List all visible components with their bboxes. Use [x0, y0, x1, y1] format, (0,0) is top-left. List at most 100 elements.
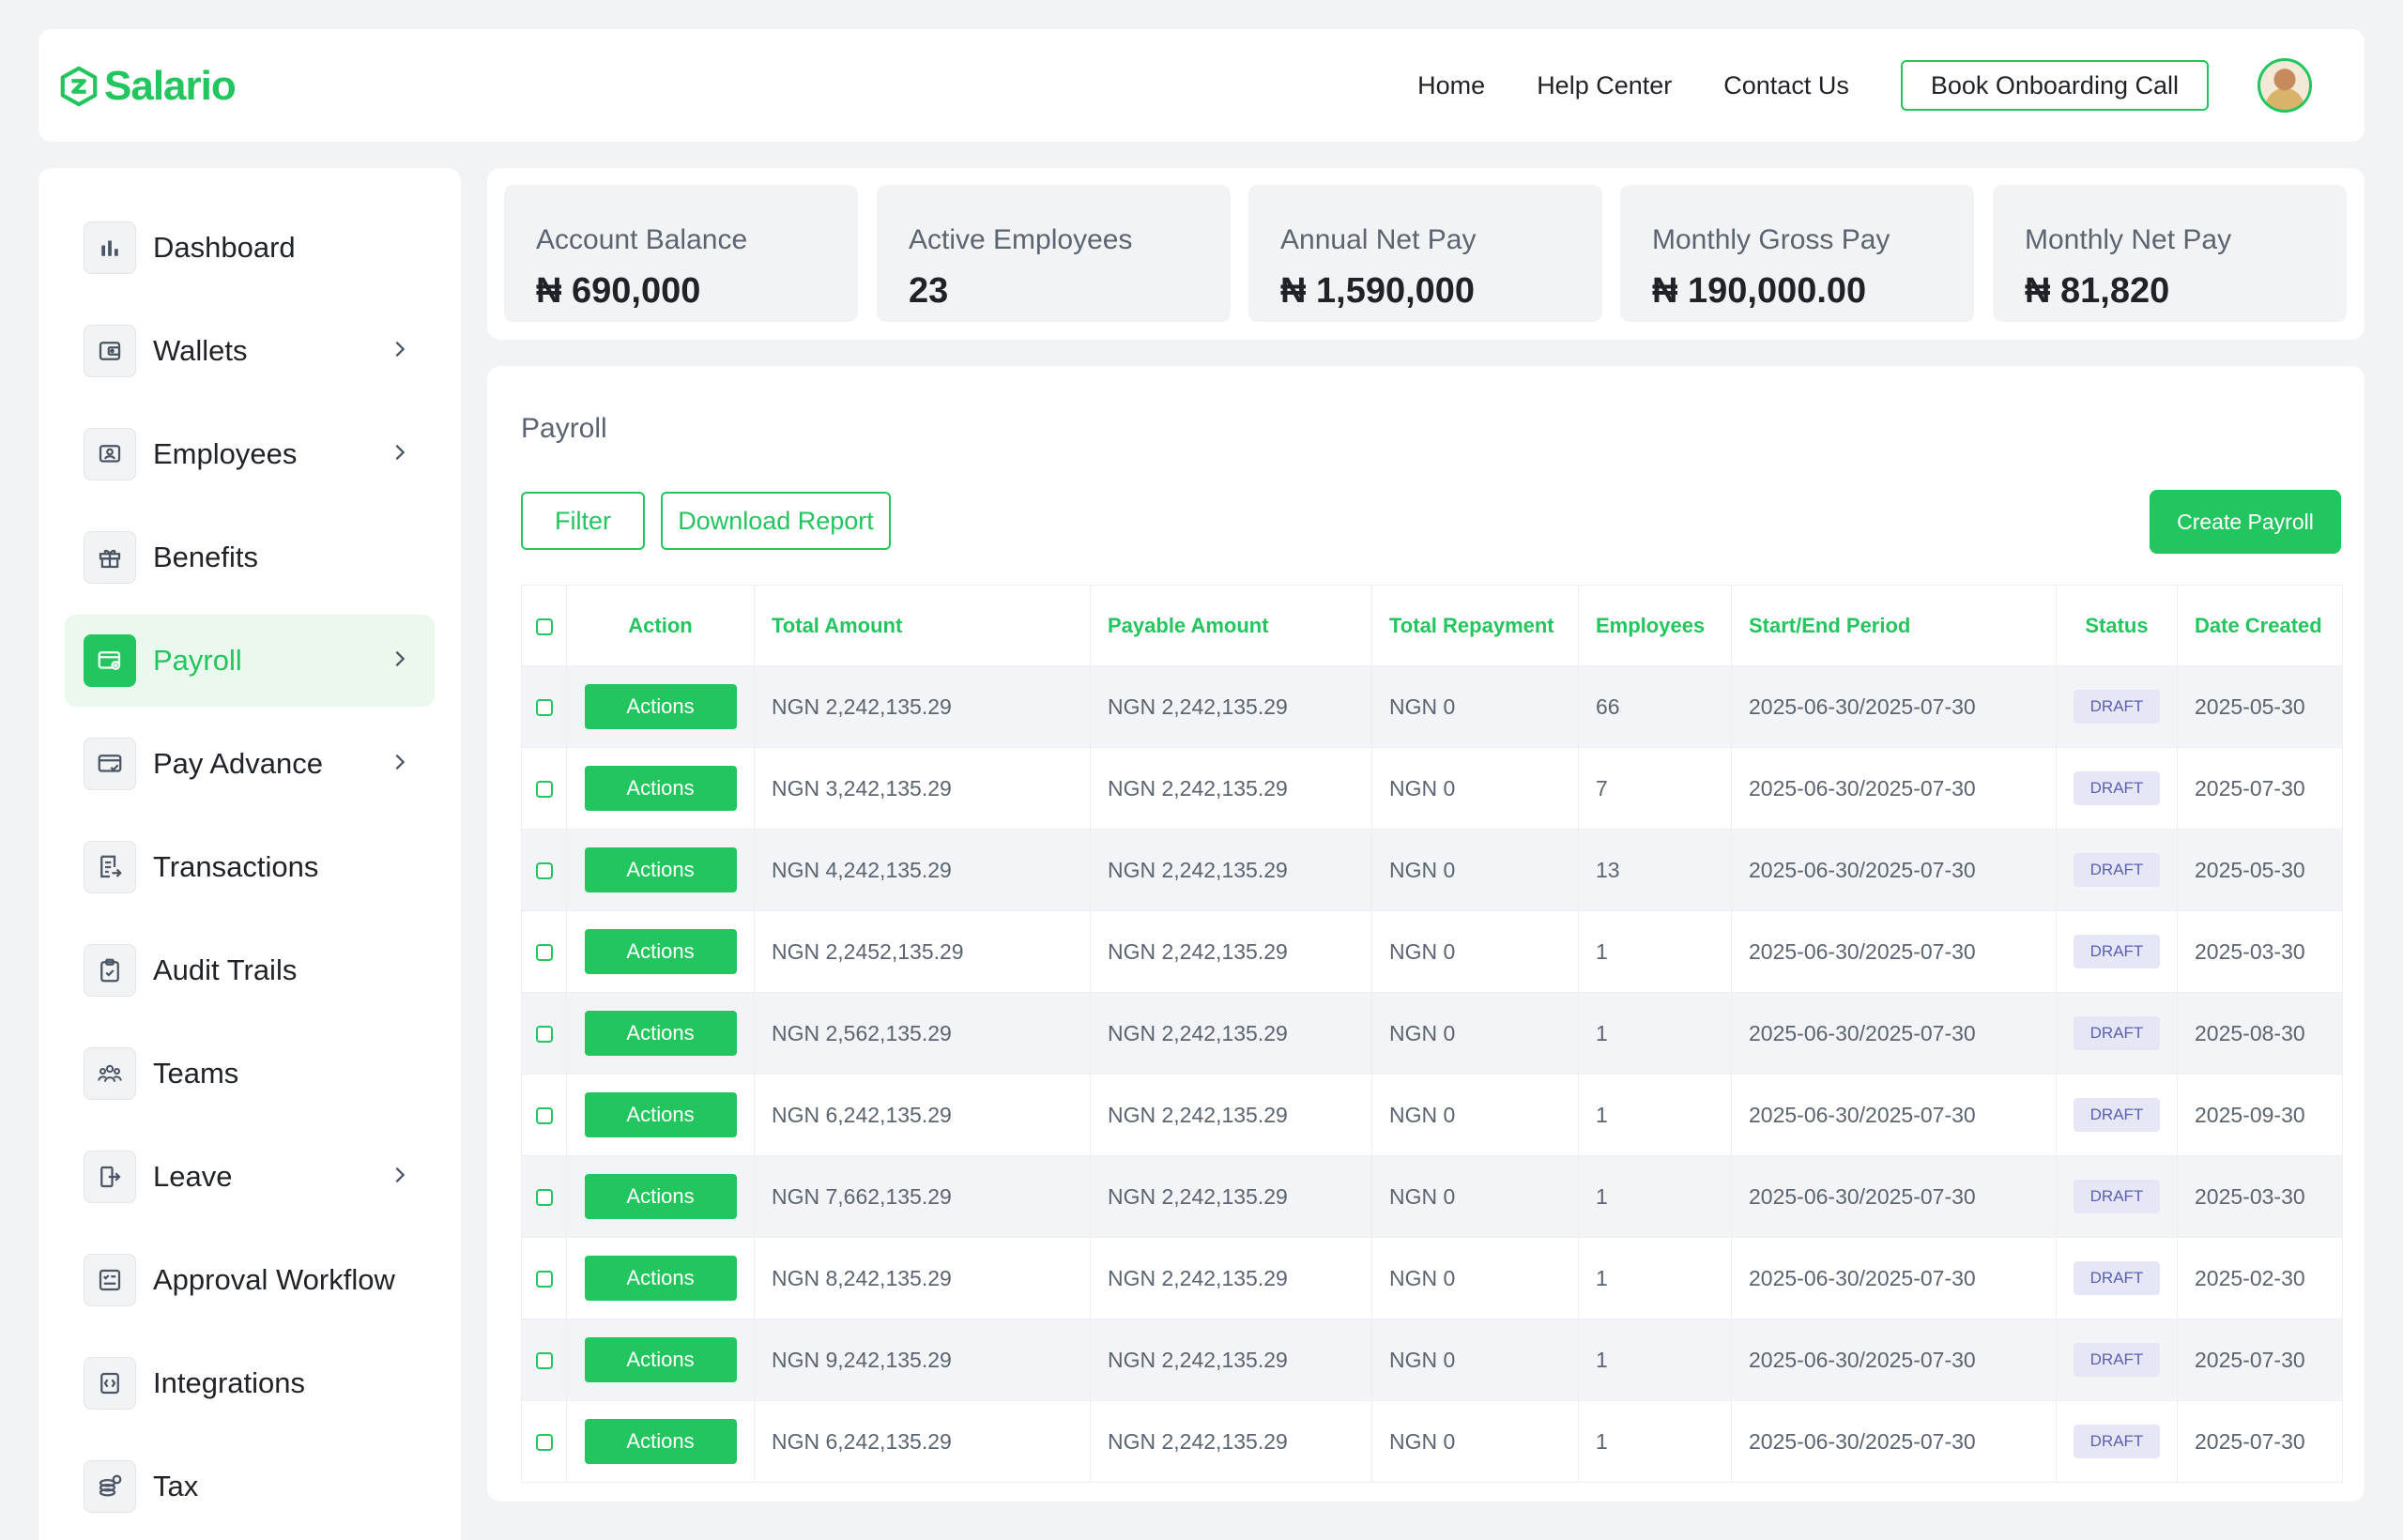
sidebar-item-employees[interactable]: Employees [65, 408, 435, 500]
row-checkbox[interactable] [535, 944, 553, 962]
chevron-right-icon [395, 341, 406, 358]
row-actions-button[interactable]: Actions [584, 1419, 737, 1464]
table-row: Actions NGN 6,242,135.29 NGN 2,242,135.29 N… [521, 1074, 2343, 1156]
total-repayment-cell: NGN 0 [1371, 1155, 1579, 1238]
column-header-payable-amount[interactable]: Payable Amount [1090, 585, 1372, 666]
row-actions-button[interactable]: Actions [584, 1174, 737, 1219]
period-cell: 2025-06-30/2025-07-30 [1731, 992, 2057, 1075]
status-cell: DRAFT [2056, 992, 2178, 1075]
payable-amount-cell: NGN 2,242,135.29 [1090, 1400, 1372, 1483]
status-badge: DRAFT [2073, 1425, 2161, 1458]
date-created-cell: 2025-07-30 [2177, 747, 2343, 830]
brand-logo[interactable]: Salario [57, 63, 237, 110]
row-actions-button[interactable]: Actions [584, 1092, 737, 1137]
book-onboarding-call-button[interactable]: Book Onboarding Call [1900, 60, 2209, 111]
nav-contact-us-link[interactable]: Contact Us [1723, 71, 1849, 100]
table-row: Actions NGN 8,242,135.29 NGN 2,242,135.29 N… [521, 1237, 2343, 1319]
sidebar-item-tax[interactable]: Tax [65, 1441, 435, 1532]
total-amount-cell: NGN 8,242,135.29 [754, 1237, 1091, 1319]
row-select-cell [521, 747, 567, 830]
sidebar-item-pay-advance[interactable]: Pay Advance [65, 718, 435, 810]
chevron-right-icon [395, 754, 406, 770]
sidebar-item-label: Integrations [153, 1366, 305, 1399]
column-header-total-repayment[interactable]: Total Repayment [1371, 585, 1579, 666]
table-row: Actions NGN 2,2452,135.29 NGN 2,242,135.29… [521, 910, 2343, 993]
coins-icon [84, 1460, 136, 1513]
sidebar-item-transactions[interactable]: Transactions [65, 821, 435, 913]
sidebar-item-label: Pay Advance [153, 747, 323, 780]
row-checkbox[interactable] [535, 1107, 553, 1125]
nav-home-link[interactable]: Home [1417, 71, 1485, 100]
sidebar-item-label: Tax [153, 1470, 199, 1502]
sidebar-item-dashboard[interactable]: Dashboard [65, 202, 435, 294]
sidebar-item-integrations[interactable]: Integrations [65, 1337, 435, 1429]
payable-amount-cell: NGN 2,242,135.29 [1090, 910, 1372, 993]
filter-button[interactable]: Filter [521, 492, 645, 550]
row-actions-button[interactable]: Actions [584, 1337, 737, 1382]
total-repayment-cell: NGN 0 [1371, 1400, 1579, 1483]
row-actions-button[interactable]: Actions [584, 847, 737, 892]
row-actions-button[interactable]: Actions [584, 684, 737, 729]
period-cell: 2025-06-30/2025-07-30 [1731, 1400, 2057, 1483]
sidebar-item-label: Wallets [153, 334, 248, 367]
status-cell: DRAFT [2056, 1074, 2178, 1156]
user-avatar[interactable] [2258, 58, 2312, 113]
plug-icon [84, 1357, 136, 1410]
row-checkbox[interactable] [535, 1352, 553, 1370]
date-created-cell: 2025-05-30 [2177, 665, 2343, 748]
brand-name: Salario [104, 63, 237, 109]
column-header-status[interactable]: Status [2056, 585, 2178, 666]
select-all-checkbox[interactable] [535, 618, 553, 635]
payable-amount-cell: NGN 2,242,135.29 [1090, 1237, 1372, 1319]
table-row: Actions NGN 2,562,135.29 NGN 2,242,135.29 N… [521, 992, 2343, 1075]
row-actions-button[interactable]: Actions [584, 766, 737, 811]
row-checkbox[interactable] [535, 1189, 553, 1207]
row-actions-button[interactable]: Actions [584, 1256, 737, 1301]
total-amount-cell: NGN 3,242,135.29 [754, 747, 1091, 830]
row-checkbox[interactable] [535, 781, 553, 799]
sidebar-item-wallets[interactable]: Wallets [65, 305, 435, 397]
date-created-cell: 2025-03-30 [2177, 910, 2343, 993]
payroll-icon [84, 634, 136, 687]
employees-cell: 1 [1578, 1074, 1732, 1156]
employees-cell: 1 [1578, 1319, 1732, 1401]
date-created-cell: 2025-07-30 [2177, 1400, 2343, 1483]
row-checkbox[interactable] [535, 1434, 553, 1452]
sidebar-item-leave[interactable]: Leave [65, 1131, 435, 1223]
row-checkbox[interactable] [535, 1026, 553, 1044]
column-header-total-amount[interactable]: Total Amount [754, 585, 1091, 666]
column-header-date-created[interactable]: Date Created [2177, 585, 2343, 666]
sidebar-item-payroll[interactable]: Payroll [65, 615, 435, 707]
status-cell: DRAFT [2056, 829, 2178, 911]
status-cell: DRAFT [2056, 665, 2178, 748]
nav-help-center-link[interactable]: Help Center [1537, 71, 1672, 100]
total-repayment-cell: NGN 0 [1371, 665, 1579, 748]
table-row: Actions NGN 3,242,135.29 NGN 2,242,135.29 N… [521, 747, 2343, 830]
row-action-cell: Actions [566, 747, 755, 830]
sidebar-item-label: Audit Trails [153, 953, 298, 986]
row-select-cell [521, 1074, 567, 1156]
sidebar-item-benefits[interactable]: Benefits [65, 511, 435, 603]
sidebar-item-audit-trails[interactable]: Audit Trails [65, 924, 435, 1016]
stat-label: Active Employees [909, 224, 1133, 255]
leave-icon [84, 1151, 136, 1203]
row-actions-button[interactable]: Actions [584, 929, 737, 974]
sidebar-item-teams[interactable]: Teams [65, 1028, 435, 1120]
sidebar-item-approval-workflow[interactable]: Approval Workflow [65, 1234, 435, 1326]
payroll-table: Action Total Amount Payable Amount Total… [521, 585, 2343, 1483]
row-checkbox[interactable] [535, 699, 553, 717]
row-checkbox[interactable] [535, 862, 553, 880]
table-row: Actions NGN 7,662,135.29 NGN 2,242,135.29 N… [521, 1155, 2343, 1238]
status-badge: DRAFT [2073, 1098, 2161, 1132]
row-action-cell: Actions [566, 992, 755, 1075]
column-header-employees[interactable]: Employees [1578, 585, 1732, 666]
create-payroll-button[interactable]: Create Payroll [2150, 490, 2341, 554]
payable-amount-cell: NGN 2,242,135.29 [1090, 1319, 1372, 1401]
column-header-action: Action [566, 585, 755, 666]
download-report-button[interactable]: Download Report [661, 492, 891, 550]
row-checkbox[interactable] [535, 1271, 553, 1288]
column-header-period[interactable]: Start/End Period [1731, 585, 2057, 666]
clipboard-check-icon [84, 944, 136, 997]
row-actions-button[interactable]: Actions [584, 1011, 737, 1056]
period-cell: 2025-06-30/2025-07-30 [1731, 1155, 2057, 1238]
